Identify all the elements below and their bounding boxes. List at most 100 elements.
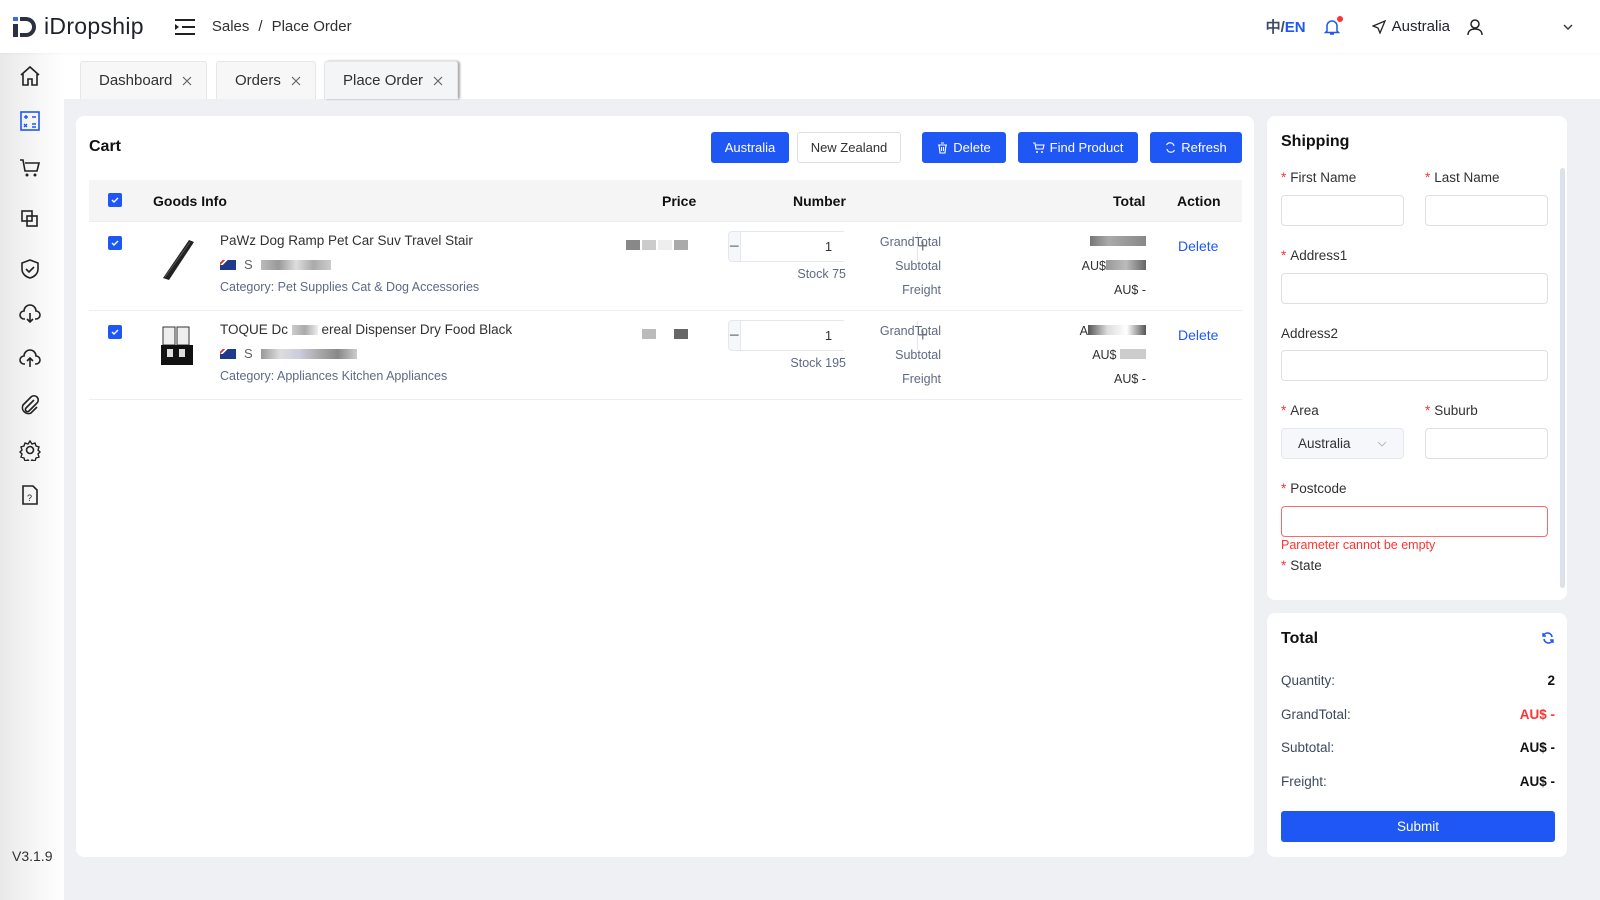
close-icon[interactable]	[433, 76, 443, 86]
quantity-stepper[interactable]: − +	[728, 231, 928, 262]
grandtotal-value	[1090, 235, 1146, 249]
shipping-panel: Shipping * First Name * Last Name * Address…	[1267, 116, 1567, 600]
redacted-price	[626, 240, 688, 250]
postcode-input[interactable]	[1281, 506, 1548, 537]
home-icon[interactable]	[19, 65, 41, 87]
delete-row-link[interactable]: Delete	[1178, 238, 1218, 254]
location-label: Australia	[1391, 18, 1450, 35]
button-label: Delete	[953, 140, 991, 155]
table-row: PaWz Dog Ramp Pet Car Suv Travel Stair S…	[89, 222, 1242, 311]
scrollbar[interactable]	[1560, 168, 1565, 588]
address1-input[interactable]	[1281, 273, 1548, 304]
area-select[interactable]: Australia	[1281, 428, 1404, 459]
notification-bell-icon[interactable]	[1323, 15, 1343, 36]
state-label: * State	[1281, 558, 1322, 573]
submit-button[interactable]: Submit	[1281, 811, 1555, 842]
logo[interactable]: iDropship	[12, 13, 144, 40]
breadcrumb-separator: /	[258, 18, 263, 35]
last-name-input[interactable]	[1425, 195, 1548, 226]
tab-bar: Dashboard Orders Place Order	[64, 53, 1600, 99]
shield-check-icon[interactable]	[19, 258, 41, 280]
last-name-label: * Last Name	[1425, 170, 1500, 185]
cart-title: Cart	[89, 138, 122, 155]
grandtotal-row: GrandTotal: AU$ -	[1281, 707, 1555, 722]
cart-icon	[1032, 141, 1045, 153]
cart-icon[interactable]	[19, 157, 41, 179]
address2-input[interactable]	[1281, 350, 1548, 381]
freight-label: Freight	[902, 372, 941, 386]
find-product-button[interactable]: Find Product	[1018, 132, 1138, 163]
freight-value: AU$ -	[1519, 774, 1555, 789]
area-label: * Area	[1281, 403, 1319, 418]
label-text: Postcode	[1290, 481, 1347, 496]
calculator-icon[interactable]	[19, 110, 41, 132]
product-name[interactable]: TOQUE Dc ereal Dispenser Dry Food Black	[220, 322, 512, 337]
product-image[interactable]	[155, 234, 203, 282]
user-icon[interactable]	[1466, 18, 1484, 36]
cloud-upload-icon[interactable]	[19, 348, 41, 370]
value-text: A	[1079, 324, 1088, 338]
grandtotal-value: A	[1080, 324, 1146, 338]
australia-flag-icon	[220, 348, 236, 359]
tab-place-order[interactable]: Place Order	[324, 61, 459, 99]
settings-icon[interactable]	[19, 439, 41, 461]
refresh-icon	[1166, 142, 1176, 153]
tab-dashboard[interactable]: Dashboard	[80, 61, 208, 99]
first-name-input[interactable]	[1281, 195, 1404, 226]
product-image[interactable]	[155, 323, 203, 371]
product-name-text: ereal Dispenser Dry Food Black	[321, 322, 513, 337]
column-price: Price	[662, 193, 697, 209]
delete-row-link[interactable]: Delete	[1178, 327, 1218, 343]
button-label: New Zealand	[810, 140, 888, 155]
app-name: iDropship	[44, 13, 144, 39]
refresh-button[interactable]: Refresh	[1150, 132, 1242, 163]
select-all-checkbox[interactable]	[108, 193, 122, 207]
cloud-download-icon[interactable]	[19, 303, 41, 325]
decrease-button[interactable]: −	[729, 321, 740, 350]
cart-panel: Cart Australia New Zealand Delete Find P…	[76, 116, 1254, 857]
menu-toggle-icon[interactable]	[174, 18, 196, 36]
freight-label: Freight	[902, 283, 941, 297]
table-header: Goods Info Price Number Total Action	[89, 180, 1242, 222]
select-value: Australia	[1298, 436, 1351, 451]
subtotal-label: Subtotal:	[1281, 740, 1335, 755]
sidebar: ? V3.1.9	[0, 53, 64, 900]
address2-label: Address2	[1281, 326, 1339, 341]
quantity-stepper[interactable]: − +	[728, 320, 928, 351]
product-name[interactable]: PaWz Dog Ramp Pet Car Suv Travel Stair	[220, 233, 473, 248]
close-icon[interactable]	[291, 76, 301, 86]
delete-button[interactable]: Delete	[922, 132, 1006, 163]
language-switch[interactable]: 中/EN	[1266, 16, 1306, 37]
grandtotal-label: GrandTotal	[879, 235, 941, 249]
postcode-label: * Postcode	[1281, 481, 1347, 496]
stock-count: Stock 75	[797, 267, 846, 281]
column-action: Action	[1177, 193, 1221, 209]
total-panel: Total Quantity: 2 GrandTotal: AU$ - Subtot…	[1267, 613, 1567, 857]
lang-cn: 中/	[1265, 19, 1285, 36]
trash-icon	[938, 141, 948, 154]
copy-icon[interactable]	[19, 208, 41, 230]
tab-label: Dashboard	[99, 72, 173, 89]
row-checkbox[interactable]	[108, 325, 122, 339]
australia-flag-icon	[220, 259, 236, 270]
new-zealand-button[interactable]: New Zealand	[797, 132, 901, 163]
value-text: AU$	[1092, 348, 1117, 362]
redacted-text	[291, 325, 318, 336]
tab-label: Orders	[235, 72, 281, 89]
location-selector[interactable]: Australia	[1371, 18, 1450, 35]
paperclip-icon[interactable]	[19, 394, 41, 416]
close-icon[interactable]	[182, 76, 192, 86]
tab-orders[interactable]: Orders	[216, 61, 316, 99]
refresh-icon[interactable]	[1542, 632, 1554, 644]
grandtotal-label: GrandTotal	[879, 324, 941, 338]
australia-button[interactable]: Australia	[711, 132, 789, 163]
chevron-down-icon[interactable]	[1562, 21, 1574, 33]
shipping-title: Shipping	[1281, 133, 1350, 150]
notification-dot	[1336, 15, 1343, 22]
help-document-icon[interactable]: ?	[19, 484, 41, 506]
breadcrumb-sales[interactable]: Sales	[212, 18, 250, 35]
row-checkbox[interactable]	[108, 236, 122, 250]
address1-label: * Address1	[1281, 248, 1348, 263]
suburb-input[interactable]	[1425, 428, 1548, 459]
decrease-button[interactable]: −	[729, 232, 740, 261]
